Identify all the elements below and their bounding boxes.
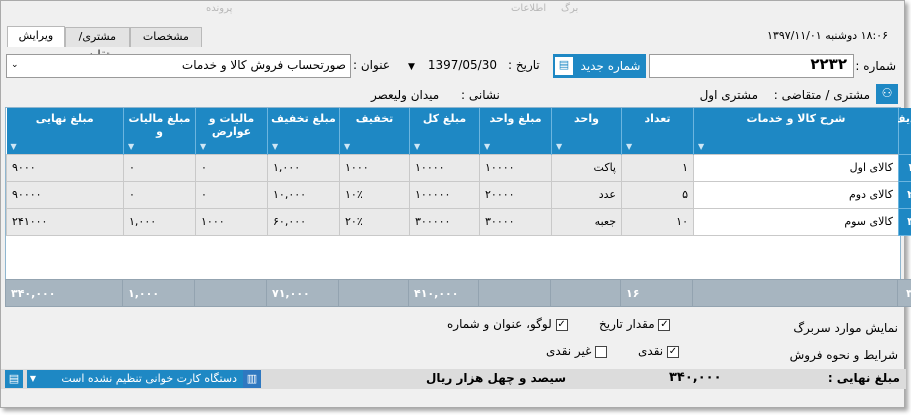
address-label: نشانی : xyxy=(461,88,500,102)
col-discount[interactable]: تخفیف ▼ xyxy=(339,108,410,154)
customer-value: مشتری اول xyxy=(699,88,758,102)
totals-row: ۳ ۱۶ ۴۱۰,۰۰۰ ۷۱,۰۰۰ ۱,۰۰۰ ۳۴۰,۰۰۰ xyxy=(5,279,911,307)
final-amount-value: ۳۴۰,۰۰۰ xyxy=(669,370,722,385)
checkbox-empty-icon xyxy=(595,345,608,358)
time: ۱۸:۰۶ xyxy=(860,29,888,42)
filter-icon: ▼ xyxy=(556,141,563,151)
ghost-tab: پرونده xyxy=(206,3,233,14)
filter-icon: ▼ xyxy=(414,141,421,151)
filter-icon: ▼ xyxy=(128,141,135,151)
ghost-tab: برگ xyxy=(561,3,579,14)
show-date-checkbox[interactable]: ✓ مقدار تاریخ xyxy=(599,317,671,331)
weekday: دوشنبه xyxy=(825,29,858,42)
card-reader-icon: ▥ xyxy=(243,370,261,388)
checkmark-icon: ✓ xyxy=(666,345,679,358)
customer-label: مشتری / متقاضی : xyxy=(773,88,870,102)
col-desc[interactable]: شرح کالا و خدمات ▼ xyxy=(693,108,899,154)
card-reader-select[interactable]: ▥ دستگاه کارت خوانی تنظیم نشده است ▼ xyxy=(27,370,261,388)
col-discount-amount[interactable]: مبلغ تخفیف ▼ xyxy=(267,108,340,154)
cash-checkbox[interactable]: ✓ نقدی xyxy=(638,344,679,358)
col-qty[interactable]: تعداد ▼ xyxy=(621,108,694,154)
calculator-icon: ▤ xyxy=(555,57,573,75)
final-amount-words: سیصد و چهل هزار ریال xyxy=(426,371,567,385)
filter-icon: ▼ xyxy=(272,141,279,151)
chevron-down-icon: ▼ xyxy=(408,62,415,72)
number-label: شماره : xyxy=(855,59,896,73)
title-select[interactable]: صورتحساب فروش کالا و خدمات ⌄ xyxy=(6,54,351,78)
filter-icon: ▼ xyxy=(698,141,705,151)
col-final[interactable]: مبلغ نهایی ▼ xyxy=(6,108,124,154)
print-header-label: نمایش موارد سربرگ xyxy=(793,321,898,335)
checkmark-icon: ✓ xyxy=(555,318,568,331)
tab-details[interactable]: مشخصات xyxy=(129,27,202,47)
date: ۱۳۹۷/۱۱/۰۱ xyxy=(767,29,822,42)
date-label: تاریخ : xyxy=(508,58,540,72)
title-label: عنوان : xyxy=(353,58,390,72)
filter-icon: ▼ xyxy=(626,141,633,151)
tab-edit[interactable]: ویرایش xyxy=(7,26,65,47)
col-total[interactable]: مبلغ کل ▼ xyxy=(409,108,480,154)
filter-icon: ▼ xyxy=(484,141,491,151)
datetime-display: ۱۸:۰۶ دوشنبه ۱۳۹۷/۱۱/۰۱ xyxy=(767,29,888,42)
col-tax-amount[interactable]: مبلغ مالیات و ▼ xyxy=(123,108,196,154)
calculator-icon[interactable]: ▤ xyxy=(5,370,23,388)
summary-bar: مبلغ نهایی : ۳۴۰,۰۰۰ سیصد و چهل هزار ریا… xyxy=(1,369,906,389)
col-unit-price[interactable]: مبلغ واحد ▼ xyxy=(479,108,552,154)
non-cash-checkbox[interactable]: غیر نقدی xyxy=(546,344,608,358)
checkmark-icon: ✓ xyxy=(658,318,671,331)
final-amount-label: مبلغ نهایی : xyxy=(827,371,900,385)
grid-header: ردیف شرح کالا و خدمات▼ تعداد▼ واحد▼ مبلغ… xyxy=(6,108,911,154)
table-row[interactable]: ۳ کالای سوم ۱۰ جعبه ۳۰۰۰۰ ۳۰۰۰۰۰ ۲۰٪ ۶۰,۰۰۰ ۱۰۰۰… xyxy=(6,207,911,236)
items-grid: ردیف شرح کالا و خدمات▼ تعداد▼ واحد▼ مبلغ… xyxy=(5,107,911,307)
tab-customer[interactable]: مشتری/متقاضی xyxy=(64,27,130,61)
tab-strip: ویرایش مشتری/متقاضی مشخصات xyxy=(7,26,202,61)
show-logo-checkbox[interactable]: ✓ لوگو، عنوان و شماره xyxy=(447,317,568,331)
ghost-tab: اطلاعات xyxy=(511,3,547,14)
table-row[interactable]: ۲ کالای دوم ۵ عدد ۲۰۰۰۰ ۱۰۰۰۰۰ ۱۰٪ ۱۰,۰۰۰ ۰ ۰ ۹۰۰۰… xyxy=(6,180,911,209)
terms-label: شرایط و نحوه فروش xyxy=(789,348,898,362)
address-value: میدان ولیعصر xyxy=(371,88,440,102)
date-picker[interactable]: ▼ 1397/05/30 xyxy=(408,56,503,76)
chevron-down-icon: ▼ xyxy=(29,374,37,383)
number-field[interactable]: ۲۲۳۲ xyxy=(649,54,854,78)
col-tax[interactable]: مالیات و عوارض ▼ xyxy=(195,108,268,154)
col-unit[interactable]: واحد ▼ xyxy=(551,108,622,154)
new-number-button[interactable]: ▤ شماره جدید xyxy=(553,54,646,78)
invoice-window: برگ پرونده اطلاعات ویرایش مشتری/متقاضی م… xyxy=(0,0,911,408)
filter-icon: ▼ xyxy=(344,141,351,151)
filter-icon: ▼ xyxy=(200,141,207,151)
chevron-down-icon: ⌄ xyxy=(11,60,19,70)
col-row[interactable]: ردیف xyxy=(893,108,911,154)
customer-lookup-icon[interactable]: ⚇ xyxy=(876,84,898,104)
filter-icon: ▼ xyxy=(10,141,17,151)
table-row[interactable]: ۱ کالای اول ۱ پاکت ۱۰۰۰۰ ۱۰۰۰۰ ۱۰۰۰ ۱,۰۰۰ ۰ ۰ ۹۰۰۰ xyxy=(6,153,911,182)
